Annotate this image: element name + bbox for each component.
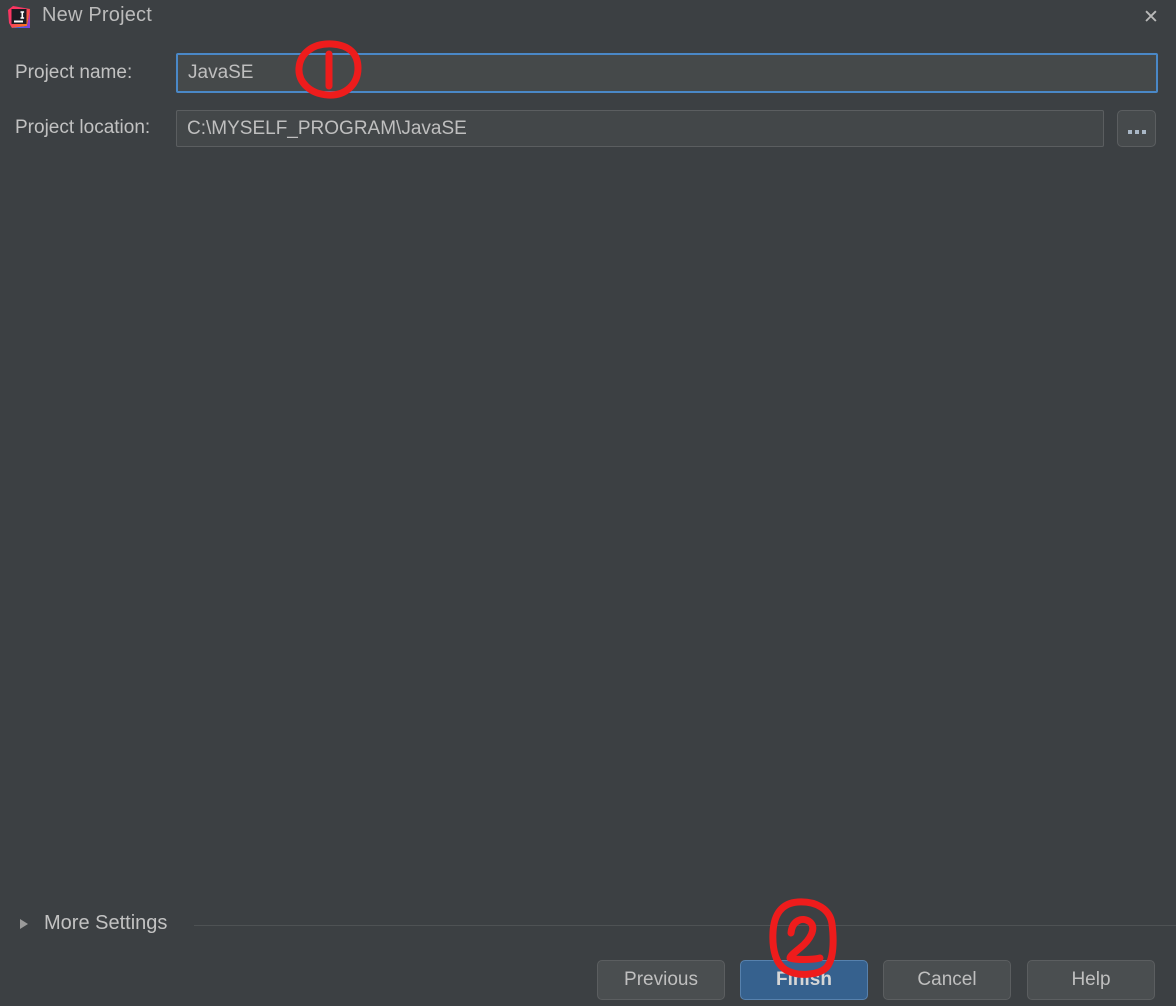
previous-button[interactable]: Previous bbox=[597, 960, 725, 1000]
dialog-button-bar: Previous Finish Cancel Help bbox=[0, 960, 1176, 1006]
project-location-label: Project location: bbox=[15, 117, 151, 138]
close-icon[interactable]: ✕ bbox=[1134, 3, 1168, 31]
dialog-titlebar: New Project ✕ bbox=[0, 0, 1176, 34]
project-name-input[interactable]: JavaSE bbox=[176, 53, 1158, 93]
project-name-label: Project name: bbox=[15, 62, 133, 83]
project-location-value: C:\MYSELF_PROGRAM\JavaSE bbox=[187, 117, 467, 139]
new-project-dialog: New Project ✕ Project name: JavaSE Proje… bbox=[0, 0, 1176, 1006]
project-location-input[interactable]: C:\MYSELF_PROGRAM\JavaSE bbox=[176, 110, 1104, 147]
ellipsis-icon bbox=[1127, 129, 1146, 134]
more-settings-label[interactable]: More Settings bbox=[44, 912, 167, 935]
help-button[interactable]: Help bbox=[1027, 960, 1155, 1000]
dialog-title: New Project bbox=[42, 4, 153, 26]
more-settings-section[interactable]: More Settings bbox=[0, 908, 1176, 944]
cancel-button[interactable]: Cancel bbox=[883, 960, 1011, 1000]
intellij-idea-icon bbox=[8, 6, 30, 28]
section-divider bbox=[194, 925, 1176, 926]
chevron-right-icon[interactable] bbox=[20, 919, 28, 929]
project-name-value: JavaSE bbox=[188, 62, 254, 83]
browse-folder-button[interactable] bbox=[1117, 110, 1156, 147]
finish-button[interactable]: Finish bbox=[740, 960, 868, 1000]
